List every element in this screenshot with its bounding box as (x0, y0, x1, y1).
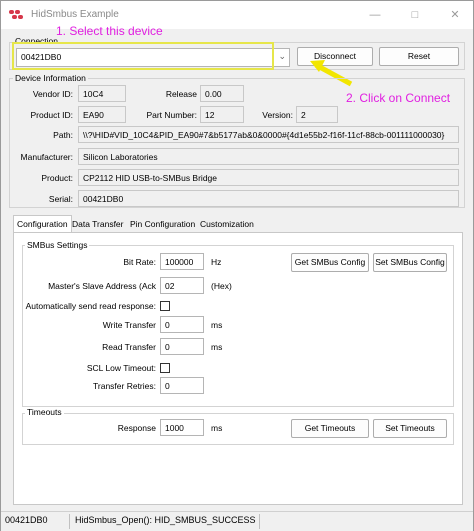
bit-rate-unit: Hz (211, 257, 222, 267)
status-message: HidSmbus_Open(): HID_SMBUS_SUCCESS (75, 515, 256, 525)
write-transfer-label: Write Transfer (102, 320, 156, 330)
product-value: CP2112 HID USB-to-SMBus Bridge (78, 169, 459, 186)
product-label: Product: (41, 173, 73, 183)
read-transfer-unit: ms (211, 342, 223, 352)
write-transfer-input[interactable] (160, 316, 204, 333)
transfer-retries-input[interactable] (160, 377, 204, 394)
maximize-icon[interactable]: □ (401, 4, 429, 26)
manufacturer-value: Silicon Laboratories (78, 148, 459, 165)
auto-read-label: Automatically send read response: (25, 301, 156, 311)
tab-pin-configuration[interactable]: Pin Configuration (127, 216, 198, 232)
response-input[interactable] (160, 419, 204, 436)
slave-address-label: Master's Slave Address (Ack (48, 281, 156, 291)
auto-read-checkbox[interactable] (160, 301, 170, 311)
status-separator (69, 514, 70, 529)
tab-customization[interactable]: Customization (197, 216, 257, 232)
close-icon[interactable]: ✕ (441, 4, 469, 26)
get-smbus-config-button[interactable]: Get SMBus Config (291, 253, 369, 272)
slave-address-unit: (Hex) (211, 281, 232, 291)
set-smbus-config-button[interactable]: Set SMBus Config (373, 253, 447, 272)
version-label: Version: (262, 110, 293, 120)
device-select-highlight (12, 42, 274, 70)
product-id-label: Product ID: (30, 110, 73, 120)
status-bar: 00421DB0 HidSmbus_Open(): HID_SMBUS_SUCC… (1, 511, 473, 531)
product-id-value: EA90 (78, 106, 126, 123)
minimize-icon[interactable]: — (361, 4, 389, 26)
write-transfer-unit: ms (211, 320, 223, 330)
manufacturer-label: Manufacturer: (20, 152, 73, 162)
status-separator (259, 514, 260, 529)
response-label: Response (117, 423, 156, 433)
app-window: HidSmbus Example — □ ✕ Connection 00421D… (0, 0, 474, 531)
serial-value: 00421DB0 (78, 190, 459, 207)
get-timeouts-button[interactable]: Get Timeouts (291, 419, 369, 438)
annotation-step1: 1. Select this device (56, 24, 163, 38)
configuration-panel: SMBus Settings Bit Rate: Hz Get SMBus Co… (13, 232, 463, 505)
transfer-retries-label: Transfer Retries: (93, 381, 156, 391)
timeouts-group-label: Timeouts (25, 407, 64, 417)
smbus-settings-group-label: SMBus Settings (25, 240, 90, 250)
vendor-id-label: Vendor ID: (32, 89, 73, 99)
device-info-group-label: Device Information (13, 73, 88, 83)
tab-data-transfer[interactable]: Data Transfer (69, 216, 127, 232)
response-unit: ms (211, 423, 223, 433)
tab-configuration[interactable]: Configuration (13, 215, 72, 233)
version-value: 2 (296, 106, 338, 123)
part-number-label: Part Number: (146, 110, 197, 120)
read-transfer-input[interactable] (160, 338, 204, 355)
part-number-value: 12 (200, 106, 244, 123)
vendor-id-value: 10C4 (78, 85, 126, 102)
release-label: Release (165, 89, 197, 99)
slave-address-input[interactable] (160, 277, 204, 294)
path-value: \\?\HID#VID_10C4&PID_EA90#7&b5177ab&0&00… (78, 126, 459, 143)
window-title: HidSmbus Example (31, 9, 119, 20)
set-timeouts-button[interactable]: Set Timeouts (373, 419, 447, 438)
scl-timeout-checkbox[interactable] (160, 363, 170, 373)
app-logo-icon (9, 10, 23, 20)
bit-rate-input[interactable] (160, 253, 204, 270)
reset-button[interactable]: Reset (379, 47, 459, 66)
bit-rate-label: Bit Rate: (123, 257, 156, 267)
serial-label: Serial: (48, 194, 73, 204)
scl-timeout-label: SCL Low Timeout: (86, 363, 156, 373)
status-device: 00421DB0 (5, 515, 48, 525)
path-label: Path: (53, 130, 73, 140)
release-value: 0.00 (200, 85, 244, 102)
chevron-down-icon[interactable]: ⌄ (278, 51, 286, 62)
read-transfer-label: Read Transfer (102, 342, 156, 352)
